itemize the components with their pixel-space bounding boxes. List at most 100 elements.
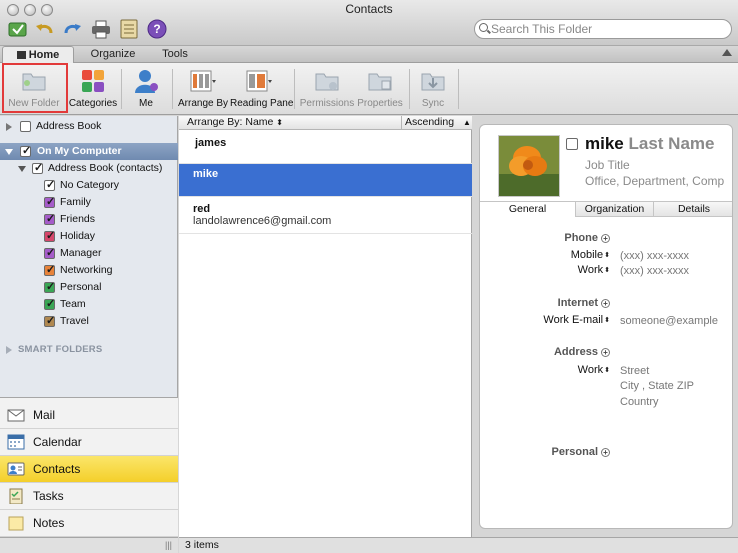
flag-checkbox[interactable] xyxy=(566,138,578,150)
resize-grip-icon[interactable]: ||| xyxy=(165,540,172,550)
updown-icon: ⬍ xyxy=(276,118,283,127)
navigation-pane: Mail Calendar Contacts Tasks Notes xyxy=(0,397,178,537)
category-checkbox[interactable] xyxy=(44,313,55,330)
tab-details[interactable]: Details xyxy=(654,202,732,217)
list-item[interactable]: mike xyxy=(179,164,472,197)
add-address-icon[interactable]: + xyxy=(601,348,610,357)
nav-item-mail[interactable]: Mail xyxy=(0,402,178,429)
checkbox[interactable] xyxy=(20,121,31,132)
category-item[interactable]: Personal xyxy=(0,279,178,296)
category-item[interactable]: No Category xyxy=(0,177,178,194)
organization-line[interactable]: Office, Department, Comp xyxy=(585,174,724,188)
tree-item-on-my-computer[interactable]: On My Computer xyxy=(0,143,178,160)
list-item[interactable]: james xyxy=(179,131,472,164)
disclosure-right-icon[interactable] xyxy=(6,346,12,354)
disclosure-right-icon[interactable] xyxy=(6,123,12,131)
smart-folders-header[interactable]: SMART FOLDERS xyxy=(0,341,178,358)
tasks-icon xyxy=(9,488,23,504)
tab-organization[interactable]: Organization xyxy=(576,202,654,217)
help-icon[interactable]: ? xyxy=(146,18,168,40)
internet-section-label: Internet xyxy=(557,297,598,309)
nav-item-tasks[interactable]: Tasks xyxy=(0,483,178,510)
notes-icon xyxy=(8,516,24,531)
category-item[interactable]: Networking xyxy=(0,262,178,279)
category-label: Family xyxy=(60,196,91,208)
arrange-by-button[interactable]: Arrange By xyxy=(176,65,230,113)
address-section-label: Address xyxy=(553,346,598,358)
add-internet-icon[interactable]: + xyxy=(601,299,610,308)
address-label: Work xyxy=(577,364,604,376)
first-name[interactable]: mike xyxy=(585,134,624,153)
reading-pane-button[interactable]: Reading Pane xyxy=(230,65,293,113)
category-checkbox[interactable] xyxy=(44,245,55,262)
category-checkbox[interactable] xyxy=(44,262,55,279)
print-icon[interactable] xyxy=(90,18,112,40)
arrange-by-header[interactable]: Arrange By: Name ⬍ xyxy=(187,116,283,129)
address-label-dropdown[interactable]: Work⬍ xyxy=(510,364,610,376)
category-checkbox[interactable] xyxy=(44,296,55,313)
mobile-label-dropdown[interactable]: Mobile⬍ xyxy=(510,249,610,261)
checkbox[interactable] xyxy=(20,143,31,160)
smart-folders-label: SMART FOLDERS xyxy=(18,344,103,355)
disclosure-down-icon[interactable] xyxy=(5,149,13,155)
street-field[interactable]: Street xyxy=(620,365,649,377)
category-item[interactable]: Friends xyxy=(0,211,178,228)
sort-order-header[interactable]: Ascending ▲ xyxy=(405,116,471,129)
email-field[interactable]: someone@example xyxy=(620,315,718,327)
nav-item-contacts[interactable]: Contacts xyxy=(0,456,178,483)
properties-icon xyxy=(368,73,392,91)
category-item[interactable]: Travel xyxy=(0,313,178,330)
disclosure-down-icon[interactable] xyxy=(18,166,26,172)
send-receive-icon[interactable] xyxy=(7,18,29,40)
contact-full-name[interactable]: mike Last Name xyxy=(585,134,714,154)
list-item[interactable]: red landolawrence6@gmail.com xyxy=(179,197,472,234)
nav-label: Calendar xyxy=(33,435,82,449)
me-button[interactable]: Me xyxy=(124,65,168,113)
search-input[interactable]: Search This Folder xyxy=(474,19,732,39)
country-field[interactable]: Country xyxy=(620,396,659,408)
tab-general[interactable]: General xyxy=(480,202,576,217)
checkbox[interactable] xyxy=(32,160,43,177)
category-checkbox[interactable] xyxy=(44,279,55,296)
sync-button[interactable]: Sync xyxy=(412,65,454,113)
permissions-button[interactable]: Permissions xyxy=(298,65,356,113)
undo-icon[interactable] xyxy=(34,18,56,40)
add-personal-icon[interactable]: + xyxy=(601,448,610,457)
properties-button[interactable]: Properties xyxy=(356,65,404,113)
collapse-ribbon-icon[interactable] xyxy=(722,49,732,56)
nav-item-notes[interactable]: Notes xyxy=(0,510,178,537)
tree-item-address-book-contacts[interactable]: Address Book (contacts) xyxy=(0,160,178,177)
category-item[interactable]: Team xyxy=(0,296,178,313)
contact-tabs: General Organization Details xyxy=(480,201,732,217)
category-checkbox[interactable] xyxy=(44,228,55,245)
contact-photo[interactable] xyxy=(498,135,560,197)
tab-organize[interactable]: Organize xyxy=(78,46,148,63)
contact-list: Arrange By: Name ⬍ Ascending ▲ james mik… xyxy=(179,116,472,537)
me-label: Me xyxy=(139,98,153,109)
category-checkbox[interactable] xyxy=(44,194,55,211)
add-phone-icon[interactable]: + xyxy=(601,234,610,243)
redo-icon[interactable] xyxy=(61,18,83,40)
category-label: Friends xyxy=(60,213,96,225)
email-label-dropdown[interactable]: Work E-mail⬍ xyxy=(500,314,610,326)
work-phone-label-dropdown[interactable]: Work⬍ xyxy=(510,264,610,276)
nav-item-calendar[interactable]: Calendar xyxy=(0,429,178,456)
job-title[interactable]: Job Title xyxy=(585,158,630,172)
address-book-icon[interactable] xyxy=(118,18,140,40)
work-phone-field[interactable]: (xxx) xxx-xxxx xyxy=(620,265,689,277)
tab-tools[interactable]: Tools xyxy=(150,46,200,63)
mobile-phone-field[interactable]: (xxx) xxx-xxxx xyxy=(620,250,689,262)
category-checkbox[interactable] xyxy=(44,211,55,228)
last-name[interactable]: Last Name xyxy=(628,134,714,153)
tree-item-address-book[interactable]: Address Book xyxy=(0,118,178,135)
mail-icon xyxy=(7,409,25,422)
city-state-zip-field[interactable]: City , State ZIP xyxy=(620,380,694,392)
category-item[interactable]: Manager xyxy=(0,245,178,262)
search-placeholder: Search This Folder xyxy=(491,22,593,36)
category-item[interactable]: Holiday xyxy=(0,228,178,245)
category-checkbox[interactable] xyxy=(44,177,55,194)
permissions-icon xyxy=(315,73,339,91)
categories-button[interactable]: Categories xyxy=(68,65,118,113)
category-item[interactable]: Family xyxy=(0,194,178,211)
tab-home[interactable]: Home xyxy=(2,46,74,63)
